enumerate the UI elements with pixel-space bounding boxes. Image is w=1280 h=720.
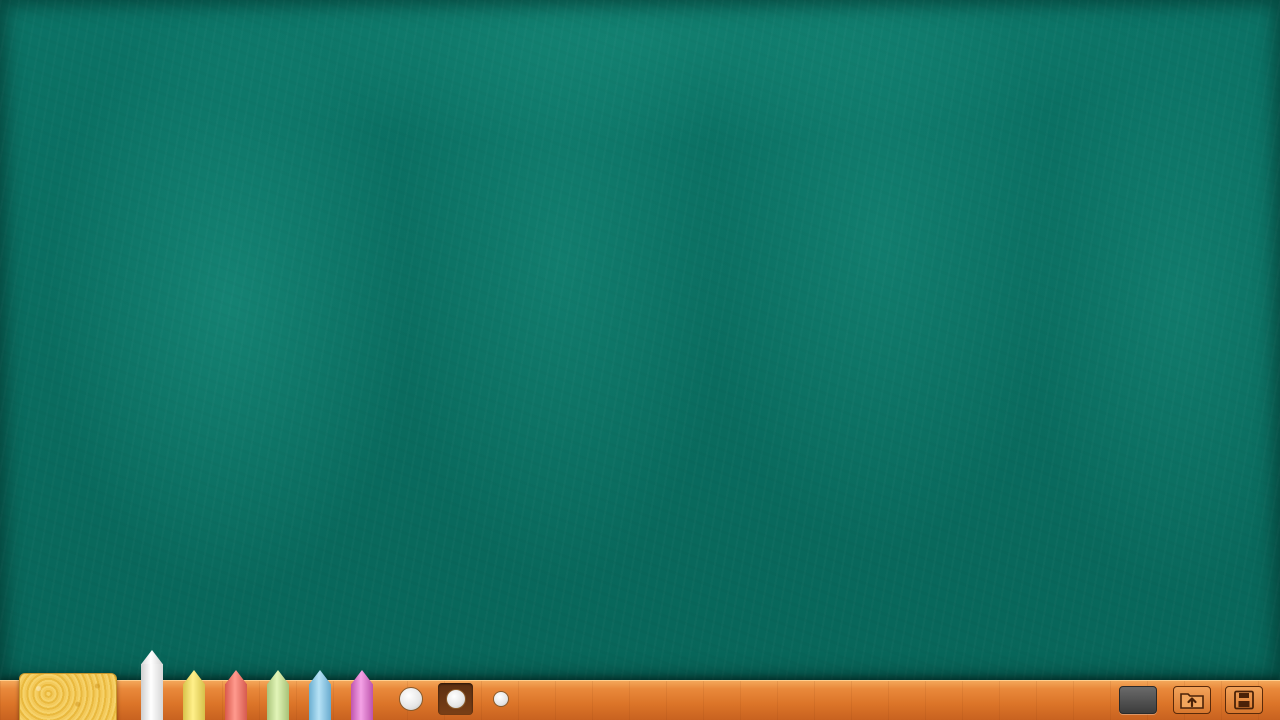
floppy-disk-icon bbox=[1233, 690, 1255, 710]
open-button[interactable] bbox=[1173, 686, 1211, 714]
save-button[interactable] bbox=[1225, 686, 1263, 714]
sponge-eraser-icon[interactable] bbox=[19, 673, 117, 720]
folder-upload-icon bbox=[1179, 690, 1205, 710]
chalk-white[interactable] bbox=[141, 650, 163, 720]
chalk-red[interactable] bbox=[225, 670, 247, 720]
brush-size-large[interactable] bbox=[399, 687, 423, 711]
chalkboard-canvas[interactable] bbox=[0, 0, 1280, 680]
brush-size-small[interactable] bbox=[493, 691, 509, 707]
brush-size-medium[interactable] bbox=[446, 689, 466, 709]
chalk-pink[interactable] bbox=[351, 670, 373, 720]
chalk-blue[interactable] bbox=[309, 670, 331, 720]
chalk-green[interactable] bbox=[267, 670, 289, 720]
chalk-yellow[interactable] bbox=[183, 670, 205, 720]
clear-board-button[interactable] bbox=[1119, 686, 1157, 714]
